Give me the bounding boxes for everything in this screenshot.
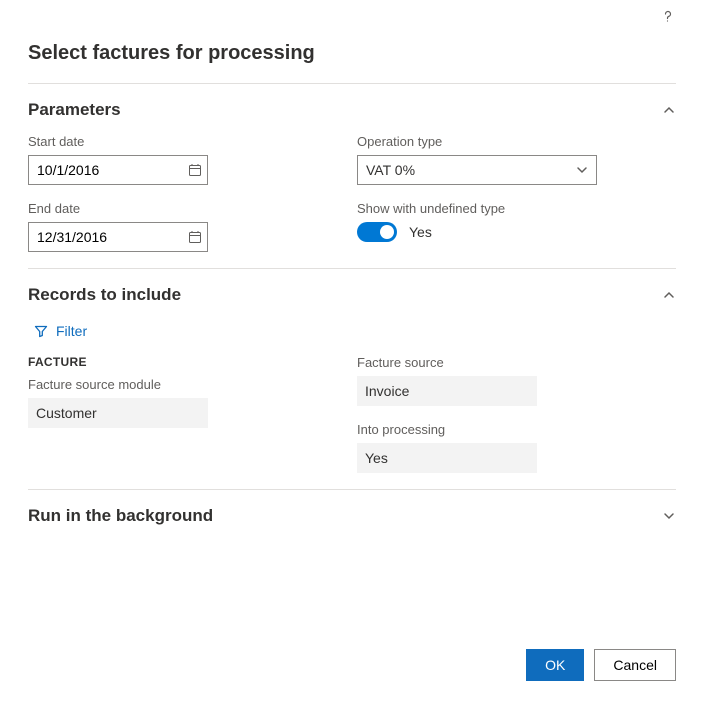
start-date-input[interactable]	[29, 162, 183, 178]
parameters-body: Start date End date	[28, 134, 676, 268]
help-icon[interactable]	[660, 8, 676, 24]
ok-button[interactable]: OK	[526, 649, 584, 681]
section-title-parameters: Parameters	[28, 100, 121, 120]
dialog-select-factures: Select factures for processing Parameter…	[0, 0, 704, 705]
end-date-label: End date	[28, 201, 347, 216]
facture-source-module-value: Customer	[28, 398, 208, 428]
dialog-footer: OK Cancel	[526, 649, 676, 681]
section-header-background[interactable]: Run in the background	[28, 490, 676, 540]
section-title-records: Records to include	[28, 285, 181, 305]
show-undefined-toggle[interactable]	[357, 222, 397, 242]
page-title: Select factures for processing	[28, 0, 676, 83]
facture-heading: FACTURE	[28, 355, 347, 369]
end-date-input[interactable]	[29, 229, 183, 245]
section-title-background: Run in the background	[28, 506, 213, 526]
section-header-parameters[interactable]: Parameters	[28, 84, 676, 134]
start-date-label: Start date	[28, 134, 347, 149]
show-undefined-label: Show with undefined type	[357, 201, 676, 216]
calendar-icon[interactable]	[183, 163, 207, 177]
records-body: Filter FACTURE Facture source module Cus…	[28, 319, 676, 489]
chevron-down-icon	[662, 509, 676, 523]
facture-source-label: Facture source	[357, 355, 676, 370]
into-processing-value: Yes	[357, 443, 537, 473]
operation-type-label: Operation type	[357, 134, 676, 149]
end-date-input-wrap[interactable]	[28, 222, 208, 252]
into-processing-label: Into processing	[357, 422, 676, 437]
cancel-button[interactable]: Cancel	[594, 649, 676, 681]
filter-icon	[34, 324, 48, 338]
facture-source-value: Invoice	[357, 376, 537, 406]
chevron-up-icon	[662, 103, 676, 117]
section-header-records[interactable]: Records to include	[28, 269, 676, 319]
operation-type-select[interactable]: VAT 0%	[357, 155, 597, 185]
toggle-knob	[380, 225, 394, 239]
calendar-icon[interactable]	[183, 230, 207, 244]
chevron-down-icon	[576, 164, 588, 176]
start-date-input-wrap[interactable]	[28, 155, 208, 185]
filter-label: Filter	[56, 323, 87, 339]
show-undefined-value: Yes	[409, 224, 432, 240]
filter-button[interactable]: Filter	[34, 323, 87, 339]
chevron-up-icon	[662, 288, 676, 302]
facture-source-module-label: Facture source module	[28, 377, 347, 392]
operation-type-value: VAT 0%	[366, 162, 415, 178]
